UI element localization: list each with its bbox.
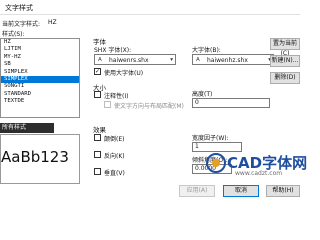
bigfont-dropdown[interactable]: A haiwenhz.shx ▾	[192, 54, 274, 65]
style-list-item[interactable]: LJTIM	[1, 46, 79, 53]
upside-down-label: 颠倒(E)	[104, 136, 125, 143]
bigfont-label: 大字体(B):	[192, 47, 221, 54]
styles-listbox[interactable]: HZ LJTIM MY-HZ SB SIMPLEX SIMPLEX SONGTI STANDA…	[0, 38, 80, 118]
watermark: CAD字体网 www.cadzt.com	[205, 152, 307, 198]
style-list-item[interactable]: SIMPLEX	[1, 75, 79, 84]
title-bar: 文字样式	[0, 0, 300, 15]
shx-font-label: SHX 字体(X):	[94, 47, 132, 54]
bigfont-value: haiwenhz.shx	[207, 56, 248, 64]
font-file-icon: A	[196, 57, 200, 63]
effects-group-label: 效果	[93, 126, 106, 134]
style-list-item[interactable]: TEXTDE	[1, 98, 79, 105]
preview-box: AaBb123	[0, 134, 80, 184]
chevron-down-icon: ▾	[170, 56, 173, 63]
current-style-value: HZ	[48, 19, 57, 26]
backwards-checkbox[interactable]	[94, 151, 101, 158]
delete-style-button[interactable]: 删除(D)	[270, 72, 300, 84]
styles-label: 样式(S):	[2, 31, 25, 38]
set-current-button[interactable]: 置为当前(C)	[270, 38, 300, 57]
vertical-label: 垂直(V)	[104, 170, 125, 177]
vertical-checkbox[interactable]	[94, 168, 101, 175]
style-list-item[interactable]: HZ	[1, 39, 79, 46]
width-factor-input[interactable]: 1	[192, 142, 242, 152]
annotative-label: 注释性(I)	[104, 93, 129, 100]
new-style-button[interactable]: 新建(N)...	[270, 55, 300, 67]
height-input[interactable]: 0	[192, 98, 270, 108]
style-list-item[interactable]: SIMPLEX	[1, 69, 79, 76]
use-bigfont-label: 使用大字体(U)	[104, 70, 144, 77]
font-file-icon: A	[98, 57, 102, 63]
height-label: 高度(T)	[192, 91, 213, 98]
style-filter-label: 所有样式	[2, 124, 27, 131]
style-list-item[interactable]: SB	[1, 61, 79, 68]
style-list-item[interactable]: MY-HZ	[1, 54, 79, 61]
shx-font-dropdown[interactable]: A haiwenrs.shx ▾	[94, 54, 176, 65]
width-factor-label: 宽度因子(W):	[192, 135, 229, 142]
style-filter-dropdown[interactable]: 所有样式	[0, 123, 54, 133]
watermark-logo-icon	[206, 153, 226, 173]
upside-down-checkbox[interactable]	[94, 134, 101, 141]
annotative-checkbox[interactable]	[94, 91, 101, 98]
window-title: 文字样式	[5, 4, 33, 12]
use-bigfont-checkbox[interactable]: ✓	[94, 68, 101, 75]
backwards-label: 反向(K)	[104, 153, 125, 160]
match-orientation-checkbox[interactable]	[104, 101, 111, 108]
preview-sample-text: AaBb123	[1, 148, 69, 166]
style-list-item[interactable]: SONGTI	[1, 83, 79, 90]
current-style-label: 当前文字样式:	[2, 21, 41, 28]
shx-font-value: haiwenrs.shx	[109, 56, 149, 64]
match-orientation-label: 使文字方向与布局匹配(M)	[114, 103, 184, 110]
style-list-item[interactable]: STANDARD	[1, 91, 79, 98]
watermark-url: www.cadzt.com	[235, 170, 283, 177]
